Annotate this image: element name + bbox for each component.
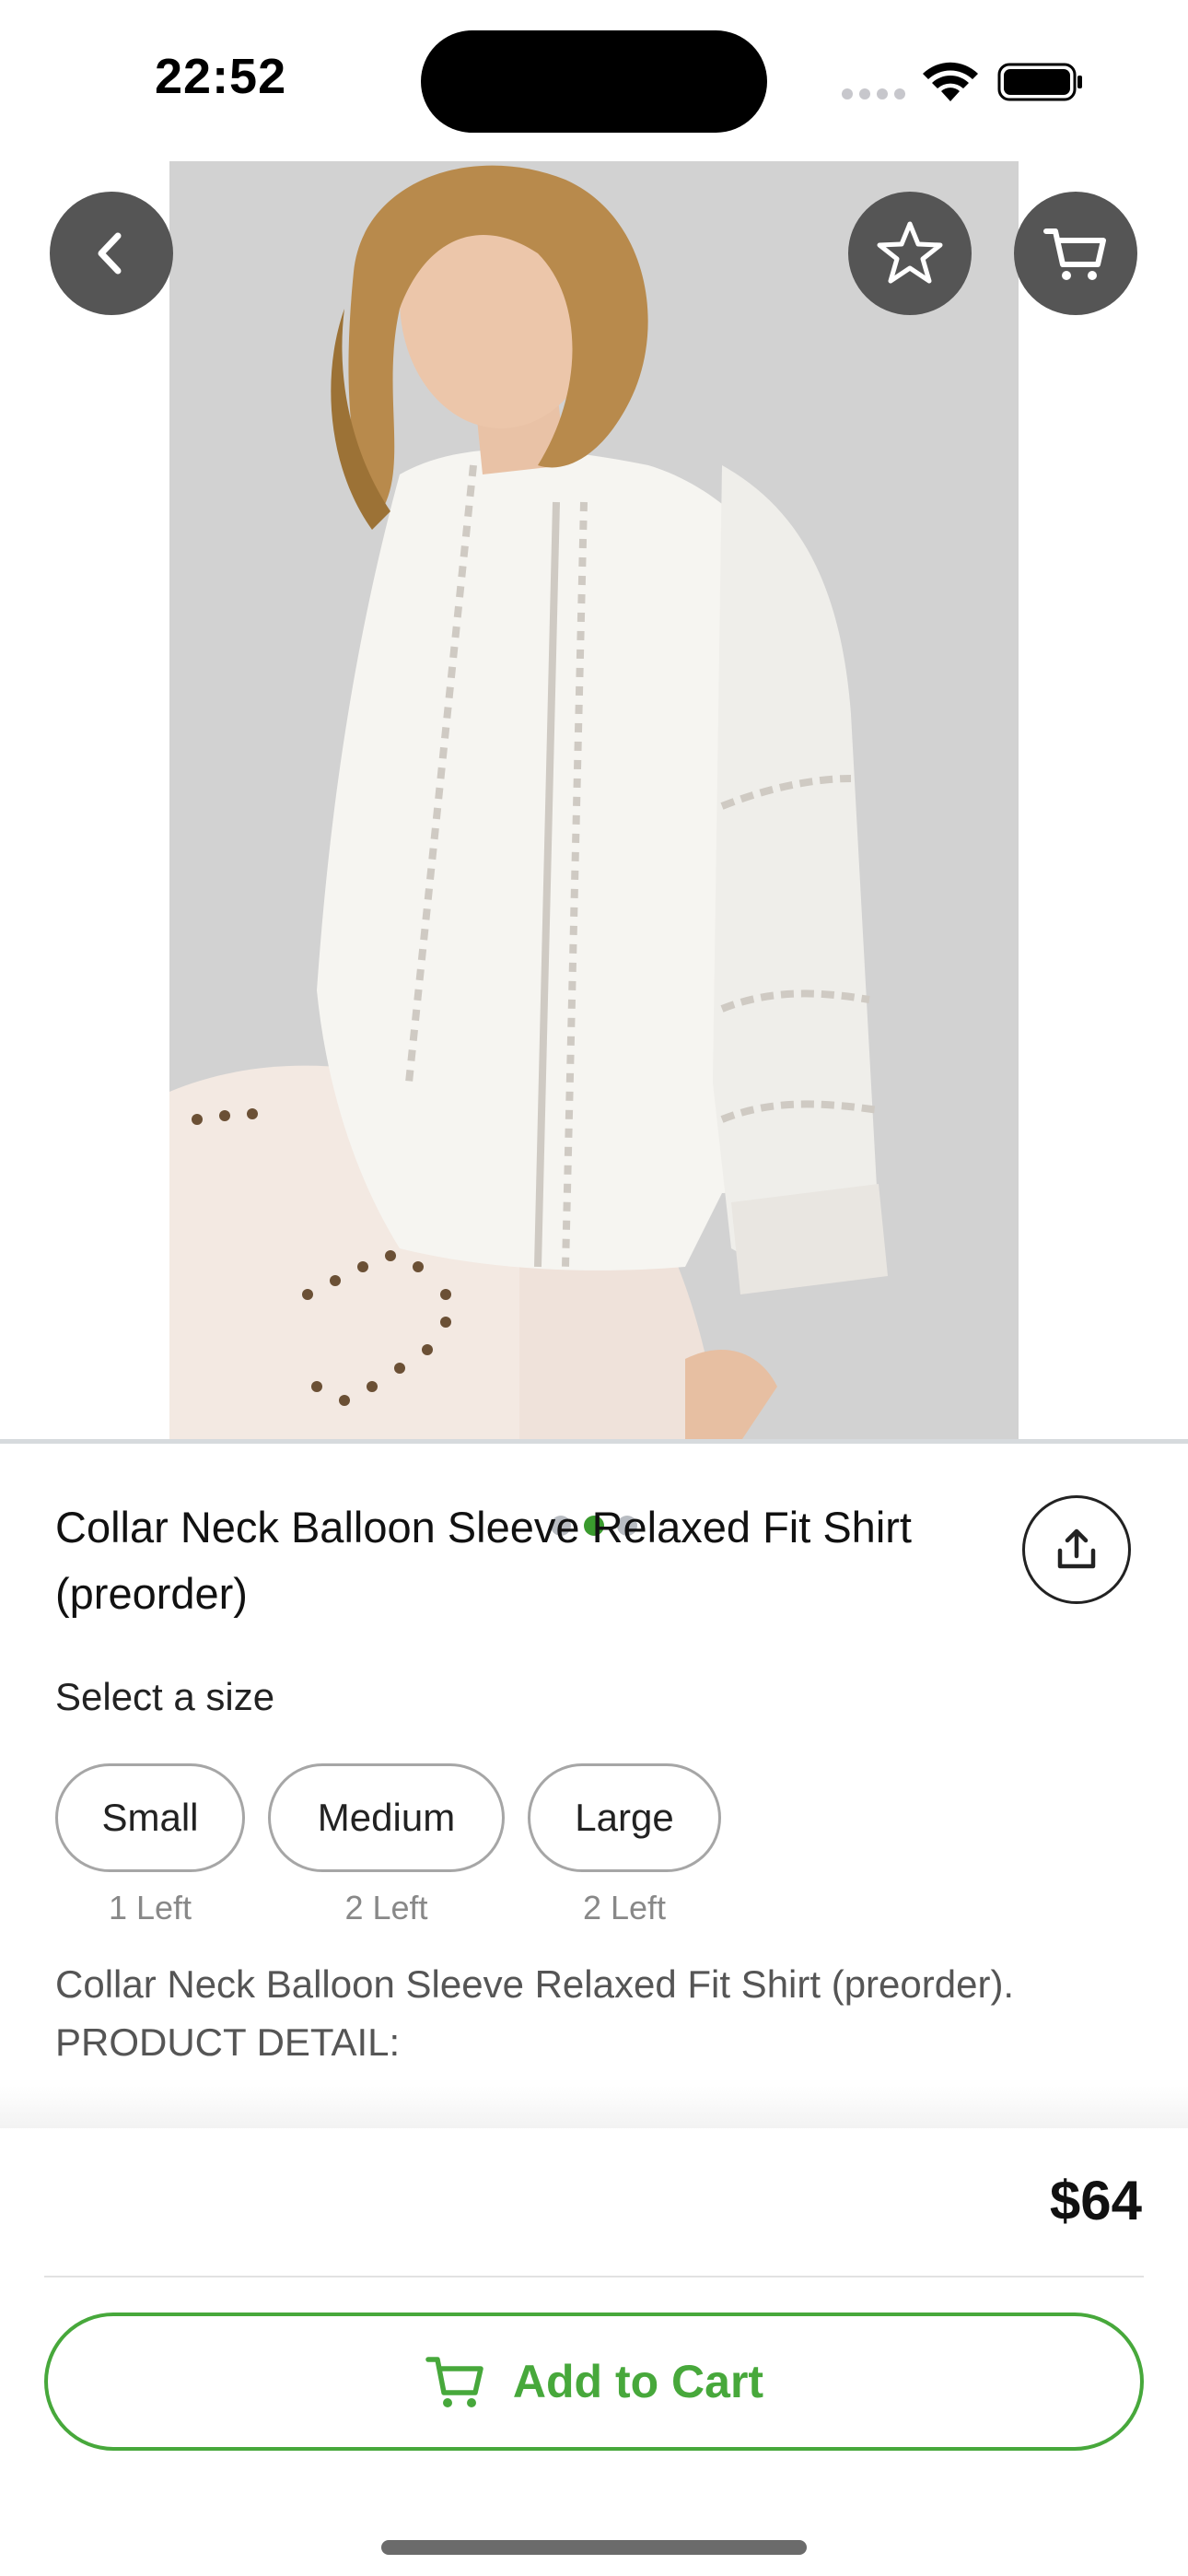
status-time: 22:52 bbox=[155, 49, 287, 104]
back-chevron-icon bbox=[98, 232, 122, 275]
stock-count-large: 2 Left bbox=[582, 1889, 667, 1926]
size-option-large[interactable]: Large bbox=[528, 1763, 721, 1872]
product-gallery[interactable] bbox=[0, 161, 1188, 1551]
cart-icon bbox=[425, 2357, 483, 2407]
wifi-icon bbox=[923, 62, 978, 101]
home-indicator[interactable] bbox=[381, 2540, 807, 2555]
size-selector-label: Select a size bbox=[55, 1675, 275, 1718]
share-icon bbox=[1057, 1528, 1096, 1569]
description-line: PRODUCT DETAIL: bbox=[55, 2020, 401, 2064]
description-line: Collar Neck Balloon Sleeve Relaxed Fit S… bbox=[55, 1962, 1015, 2006]
stock-count-small: 1 Left bbox=[108, 1889, 192, 1926]
signal-icon bbox=[842, 88, 906, 101]
cart-icon bbox=[1043, 228, 1106, 280]
purchase-divider bbox=[44, 2276, 1144, 2277]
add-to-cart-label: Add to Cart bbox=[512, 2356, 764, 2407]
battery-icon bbox=[997, 63, 1082, 101]
share-button[interactable] bbox=[1022, 1495, 1131, 1604]
status-bar: 22:52 bbox=[0, 0, 1188, 157]
stock-count-medium: 2 Left bbox=[344, 1889, 428, 1926]
product-photo-illustration bbox=[169, 161, 1019, 1442]
product-price: $64 bbox=[1049, 2170, 1142, 2231]
back-button[interactable] bbox=[50, 192, 173, 315]
product-description: Collar Neck Balloon Sleeve Relaxed Fit S… bbox=[55, 1955, 1142, 2071]
size-option-medium[interactable]: Medium bbox=[268, 1763, 505, 1872]
product-title: Collar Neck Balloon Sleeve Relaxed Fit S… bbox=[55, 1503, 912, 1618]
scroll-fade bbox=[0, 2086, 1188, 2132]
dynamic-island bbox=[421, 30, 767, 133]
favorite-button[interactable] bbox=[848, 192, 972, 315]
size-option-small[interactable]: Small bbox=[55, 1763, 245, 1872]
star-icon bbox=[877, 221, 943, 284]
hero-divider bbox=[0, 1439, 1188, 1444]
add-to-cart-button[interactable]: Add to Cart bbox=[44, 2313, 1144, 2451]
cart-button[interactable] bbox=[1014, 192, 1137, 315]
product-photo[interactable] bbox=[169, 161, 1019, 1442]
